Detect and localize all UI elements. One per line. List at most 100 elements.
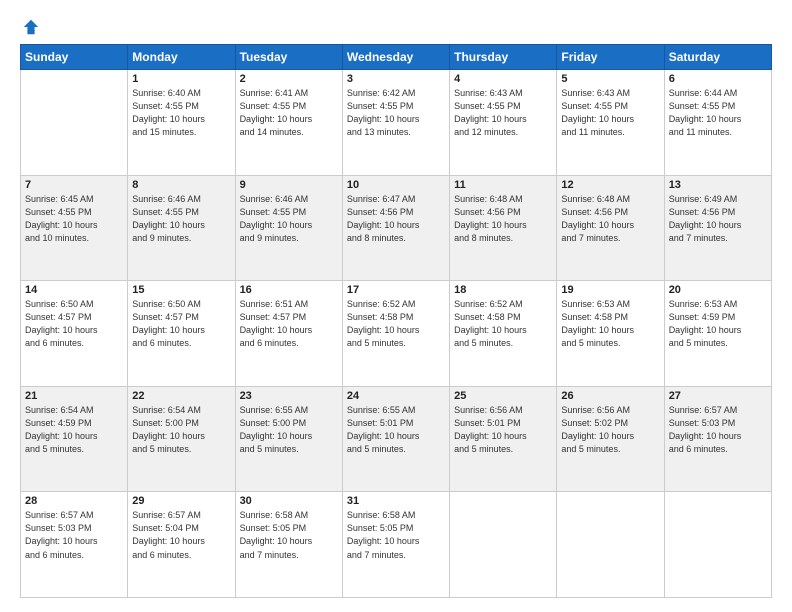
day-cell: 3 Sunrise: 6:42 AM Sunset: 4:55 PM Daylig… [342,70,449,176]
day-info: Sunrise: 6:53 AM Sunset: 4:59 PM Dayligh… [669,298,767,350]
day-info: Sunrise: 6:54 AM Sunset: 4:59 PM Dayligh… [25,404,123,456]
day-number: 21 [25,390,123,402]
day-number: 6 [669,73,767,85]
day-number: 25 [454,390,552,402]
day-cell: 21 Sunrise: 6:54 AM Sunset: 4:59 PM Dayli… [21,386,128,492]
day-info: Sunrise: 6:46 AM Sunset: 4:55 PM Dayligh… [240,193,338,245]
day-number: 17 [347,284,445,296]
day-cell [450,492,557,598]
day-cell: 15 Sunrise: 6:50 AM Sunset: 4:57 PM Dayli… [128,281,235,387]
day-number: 3 [347,73,445,85]
day-number: 29 [132,495,230,507]
day-info: Sunrise: 6:48 AM Sunset: 4:56 PM Dayligh… [561,193,659,245]
day-info: Sunrise: 6:43 AM Sunset: 4:55 PM Dayligh… [454,87,552,139]
day-number: 31 [347,495,445,507]
day-cell: 7Sunrise: 6:45 AM Sunset: 4:55 PM Daylig… [21,175,128,281]
logo-icon [22,18,40,36]
day-number: 27 [669,390,767,402]
day-info: Sunrise: 6:50 AM Sunset: 4:57 PM Dayligh… [25,298,123,350]
day-number: 13 [669,179,767,191]
day-info: Sunrise: 6:57 AM Sunset: 5:03 PM Dayligh… [669,404,767,456]
day-info: Sunrise: 6:52 AM Sunset: 4:58 PM Dayligh… [347,298,445,350]
day-info: Sunrise: 6:52 AM Sunset: 4:58 PM Dayligh… [454,298,552,350]
day-info: Sunrise: 6:40 AM Sunset: 4:55 PM Dayligh… [132,87,230,139]
day-cell [557,492,664,598]
logo [20,18,40,36]
day-number: 1 [132,73,230,85]
day-cell: 19 Sunrise: 6:53 AM Sunset: 4:58 PM Dayli… [557,281,664,387]
day-info: Sunrise: 6:41 AM Sunset: 4:55 PM Dayligh… [240,87,338,139]
day-number: 2 [240,73,338,85]
day-number: 5 [561,73,659,85]
day-cell: 17 Sunrise: 6:52 AM Sunset: 4:58 PM Dayli… [342,281,449,387]
day-info: Sunrise: 6:47 AM Sunset: 4:56 PM Dayligh… [347,193,445,245]
day-cell: 26 Sunrise: 6:56 AM Sunset: 5:02 PM Dayli… [557,386,664,492]
day-number: 22 [132,390,230,402]
day-info: Sunrise: 6:46 AM Sunset: 4:55 PM Dayligh… [132,193,230,245]
day-number: 11 [454,179,552,191]
col-header-thursday: Thursday [450,45,557,70]
day-info: Sunrise: 6:45 AM Sunset: 4:55 PM Dayligh… [25,193,123,245]
day-number: 24 [347,390,445,402]
day-info: Sunrise: 6:56 AM Sunset: 5:01 PM Dayligh… [454,404,552,456]
day-cell: 4 Sunrise: 6:43 AM Sunset: 4:55 PM Daylig… [450,70,557,176]
day-cell: 6 Sunrise: 6:44 AM Sunset: 4:55 PM Daylig… [664,70,771,176]
day-cell: 9 Sunrise: 6:46 AM Sunset: 4:55 PM Daylig… [235,175,342,281]
day-cell: 23 Sunrise: 6:55 AM Sunset: 5:00 PM Dayli… [235,386,342,492]
day-cell: 25 Sunrise: 6:56 AM Sunset: 5:01 PM Dayli… [450,386,557,492]
col-header-wednesday: Wednesday [342,45,449,70]
week-row-3: 14 Sunrise: 6:50 AM Sunset: 4:57 PM Dayli… [21,281,772,387]
day-number: 4 [454,73,552,85]
day-number: 23 [240,390,338,402]
day-cell: 27 Sunrise: 6:57 AM Sunset: 5:03 PM Dayli… [664,386,771,492]
day-cell: 20 Sunrise: 6:53 AM Sunset: 4:59 PM Dayli… [664,281,771,387]
day-number: 20 [669,284,767,296]
week-row-1: 1 Sunrise: 6:40 AM Sunset: 4:55 PM Daylig… [21,70,772,176]
week-row-2: 7Sunrise: 6:45 AM Sunset: 4:55 PM Daylig… [21,175,772,281]
day-cell: 16Sunrise: 6:51 AM Sunset: 4:57 PM Dayli… [235,281,342,387]
day-number: 15 [132,284,230,296]
day-cell: 30Sunrise: 6:58 AM Sunset: 5:05 PM Dayli… [235,492,342,598]
day-number: 19 [561,284,659,296]
week-row-5: 28 Sunrise: 6:57 AM Sunset: 5:03 PM Dayli… [21,492,772,598]
page: SundayMondayTuesdayWednesdayThursdayFrid… [0,0,792,612]
day-info: Sunrise: 6:54 AM Sunset: 5:00 PM Dayligh… [132,404,230,456]
day-info: Sunrise: 6:57 AM Sunset: 5:03 PM Dayligh… [25,509,123,561]
day-info: Sunrise: 6:58 AM Sunset: 5:05 PM Dayligh… [347,509,445,561]
day-cell: 13 Sunrise: 6:49 AM Sunset: 4:56 PM Dayli… [664,175,771,281]
day-cell: 31 Sunrise: 6:58 AM Sunset: 5:05 PM Dayli… [342,492,449,598]
day-info: Sunrise: 6:55 AM Sunset: 5:00 PM Dayligh… [240,404,338,456]
day-cell [664,492,771,598]
day-cell: 12 Sunrise: 6:48 AM Sunset: 4:56 PM Dayli… [557,175,664,281]
day-info: Sunrise: 6:44 AM Sunset: 4:55 PM Dayligh… [669,87,767,139]
day-cell: 29 Sunrise: 6:57 AM Sunset: 5:04 PM Dayli… [128,492,235,598]
col-header-monday: Monday [128,45,235,70]
day-info: Sunrise: 6:55 AM Sunset: 5:01 PM Dayligh… [347,404,445,456]
day-info: Sunrise: 6:57 AM Sunset: 5:04 PM Dayligh… [132,509,230,561]
day-cell: 24 Sunrise: 6:55 AM Sunset: 5:01 PM Dayli… [342,386,449,492]
day-info: Sunrise: 6:50 AM Sunset: 4:57 PM Dayligh… [132,298,230,350]
day-number: 18 [454,284,552,296]
col-header-saturday: Saturday [664,45,771,70]
header [20,18,772,36]
day-cell: 1 Sunrise: 6:40 AM Sunset: 4:55 PM Daylig… [128,70,235,176]
day-info: Sunrise: 6:56 AM Sunset: 5:02 PM Dayligh… [561,404,659,456]
day-cell: 14 Sunrise: 6:50 AM Sunset: 4:57 PM Dayli… [21,281,128,387]
header-row: SundayMondayTuesdayWednesdayThursdayFrid… [21,45,772,70]
day-cell: 28 Sunrise: 6:57 AM Sunset: 5:03 PM Dayli… [21,492,128,598]
day-info: Sunrise: 6:53 AM Sunset: 4:58 PM Dayligh… [561,298,659,350]
day-number: 9 [240,179,338,191]
calendar-table: SundayMondayTuesdayWednesdayThursdayFrid… [20,44,772,598]
day-number: 10 [347,179,445,191]
day-number: 14 [25,284,123,296]
day-cell: 11Sunrise: 6:48 AM Sunset: 4:56 PM Dayli… [450,175,557,281]
day-cell: 8Sunrise: 6:46 AM Sunset: 4:55 PM Daylig… [128,175,235,281]
day-number: 16 [240,284,338,296]
day-info: Sunrise: 6:42 AM Sunset: 4:55 PM Dayligh… [347,87,445,139]
day-info: Sunrise: 6:58 AM Sunset: 5:05 PM Dayligh… [240,509,338,561]
day-number: 28 [25,495,123,507]
day-number: 12 [561,179,659,191]
day-info: Sunrise: 6:49 AM Sunset: 4:56 PM Dayligh… [669,193,767,245]
day-number: 26 [561,390,659,402]
col-header-tuesday: Tuesday [235,45,342,70]
